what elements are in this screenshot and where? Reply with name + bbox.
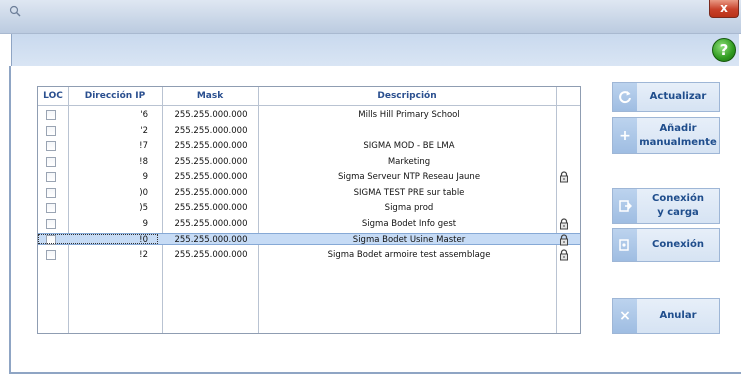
table-row[interactable]: '2 255.255.000.000	[38, 125, 580, 137]
table-row[interactable]: !2 255.255.000.000 Sigma Bodet armoire tes…	[38, 248, 580, 261]
connect-and-load-label: Conexión y carga	[652, 193, 704, 218]
lock-icon	[558, 248, 570, 261]
cancel-label: Anular	[659, 310, 697, 321]
loc-checkbox[interactable]	[46, 141, 56, 151]
loc-checkbox[interactable]	[46, 125, 56, 136]
app-icon	[9, 5, 21, 17]
table-row[interactable]: 9 255.255.000.000 Sigma Serveur NTP Reseau…	[38, 171, 580, 183]
description-cell: SIGMA TEST PRE sur table	[353, 187, 465, 198]
network-table[interactable]: LOC Dirección IP Mask Descripción '6 255.…	[37, 86, 581, 334]
table-row[interactable]: 9 255.255.000.000 Sigma Bodet Info gest	[38, 217, 580, 230]
table-row[interactable]: !8 255.255.000.000 Marketing	[38, 156, 580, 168]
connect-button[interactable]: Conexión	[612, 228, 720, 262]
mask-cell: 255.255.000.000	[174, 172, 248, 182]
mask-cell: 255.255.000.000	[174, 110, 248, 120]
mask-cell: 255.255.000.000	[174, 203, 248, 213]
mask-cell: 255.255.000.000	[174, 125, 248, 136]
title-bar: x	[0, 0, 741, 34]
cancel-button[interactable]: × Anular	[612, 298, 720, 334]
connect-label: Conexión	[652, 239, 704, 250]
close-button[interactable]: x	[709, 0, 739, 18]
window-border-left	[9, 66, 11, 372]
table-row[interactable]: !7 255.255.000.000 SIGMA MOD - BE LMA	[38, 140, 580, 152]
ip-cell: '2	[140, 125, 148, 136]
mask-cell: 255.255.000.000	[174, 141, 248, 151]
mask-cell: 255.255.000.000	[174, 235, 248, 245]
ip-cell: !2	[139, 249, 148, 260]
lock-icon	[558, 171, 570, 183]
table-row[interactable]: '6 255.255.000.000 Mills Hill Primary Scho…	[38, 109, 580, 121]
ip-cell: '6	[140, 110, 148, 120]
refresh-button[interactable]: Actualizar	[612, 82, 720, 112]
loc-checkbox[interactable]	[46, 249, 56, 260]
loc-checkbox[interactable]	[46, 203, 56, 213]
lock-icon	[558, 234, 570, 246]
mask-cell: 255.255.000.000	[174, 218, 248, 229]
column-header-ip[interactable]: Dirección IP	[68, 87, 162, 105]
mask-cell: 255.255.000.000	[174, 249, 248, 260]
connect-load-icon	[613, 189, 637, 223]
description-cell: SIGMA MOD - BE LMA	[363, 141, 455, 151]
ip-cell: )0	[139, 187, 148, 198]
loc-checkbox[interactable]	[46, 172, 56, 182]
table-row[interactable]: )5 255.255.000.000 Sigma prod	[38, 202, 580, 214]
refresh-icon	[613, 83, 637, 111]
description-cell: Sigma Bodet Info gest	[361, 218, 457, 229]
connect-icon	[613, 229, 637, 261]
window-border-bottom	[9, 372, 741, 374]
loc-checkbox[interactable]	[46, 187, 56, 198]
ip-cell: !7	[139, 141, 148, 151]
description-cell: Mills Hill Primary School	[358, 110, 460, 120]
lock-icon	[558, 217, 570, 230]
add-manually-button[interactable]: + Añadir manualmente	[612, 117, 720, 154]
loc-checkbox[interactable]	[46, 218, 56, 229]
table-row[interactable]: )0 255.255.000.000 SIGMA TEST PRE sur tabl…	[38, 187, 580, 199]
close-icon: ×	[613, 299, 637, 333]
description-cell: Marketing	[387, 156, 431, 167]
mask-cell: 255.255.000.000	[174, 156, 248, 167]
description-cell: Sigma Serveur NTP Reseau Jaune	[337, 172, 481, 182]
column-header-loc[interactable]: LOC	[38, 87, 68, 105]
description-cell: Sigma Bodet Usine Master	[352, 235, 466, 245]
ip-cell: 9	[142, 172, 148, 182]
plus-icon: +	[613, 118, 637, 153]
description-cell: Sigma Bodet armoire test assemblage	[327, 249, 491, 260]
ip-cell: !8	[139, 156, 148, 167]
add-manually-label: Añadir manualmente	[639, 122, 717, 148]
connect-and-load-button[interactable]: Conexión y carga	[612, 188, 720, 224]
ip-cell: )5	[139, 203, 148, 213]
description-cell: Sigma prod	[384, 203, 434, 213]
table-row[interactable]: !0 255.255.000.000 Sigma Bodet Usine Maste…	[38, 233, 580, 246]
table-header: LOC Dirección IP Mask Descripción	[38, 87, 580, 106]
mask-cell: 255.255.000.000	[174, 187, 248, 198]
header-banner	[11, 34, 739, 66]
help-button[interactable]: ?	[712, 38, 736, 62]
focus-outline	[38, 234, 158, 244]
ip-cell: 9	[142, 218, 148, 229]
description-cell	[262, 125, 556, 137]
column-header-mask[interactable]: Mask	[162, 87, 258, 105]
loc-checkbox[interactable]	[46, 110, 56, 120]
loc-checkbox[interactable]	[46, 156, 56, 167]
column-header-description[interactable]: Descripción	[258, 87, 556, 105]
refresh-label: Actualizar	[649, 91, 707, 102]
